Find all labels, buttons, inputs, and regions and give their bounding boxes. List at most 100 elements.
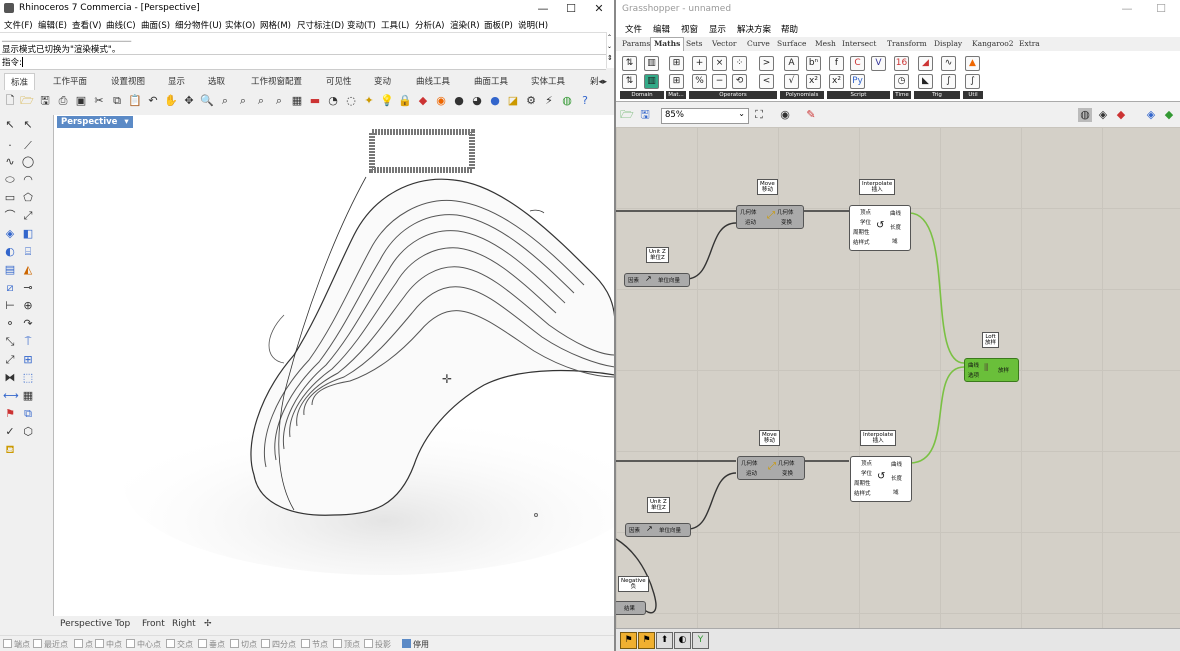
tab-viewport-layout[interactable]: 工作视窗配置 (251, 75, 302, 87)
polyline-icon[interactable]: ⟋ (21, 139, 35, 153)
osnap-perp[interactable]: 垂点 (198, 639, 225, 650)
port-loft-out[interactable]: 放样 (998, 366, 1009, 374)
maximize-button[interactable]: ☐ (556, 1, 586, 16)
gate-icon[interactable]: ⟲ (732, 74, 747, 89)
offset-icon[interactable]: ⤢ (21, 209, 35, 223)
util-icon[interactable]: ▲ (965, 56, 980, 71)
menu-help[interactable]: 说明(H) (518, 19, 548, 31)
move-icon[interactable]: ⤡ (3, 335, 17, 349)
matrix-icon[interactable]: ⊞ (669, 56, 684, 71)
rectangle-icon[interactable]: ▭ (3, 191, 17, 205)
triangle-icon[interactable]: ◢ (918, 56, 933, 71)
unit-z-component-2[interactable]: 因素 ↗ 单位向量 (625, 523, 691, 537)
gh-options-icon[interactable]: ◆ (1162, 108, 1176, 122)
port-curve-out[interactable]: 曲线 (890, 209, 901, 217)
port-curves[interactable]: 曲线 (968, 361, 979, 369)
zoom-extents-icon[interactable]: ⌕ (236, 94, 250, 108)
port-domain-out[interactable]: 域 (893, 488, 899, 496)
port-domain-out[interactable]: 域 (892, 237, 898, 245)
python-icon[interactable]: Py (850, 74, 865, 89)
cut-icon[interactable]: ✂ (92, 94, 106, 108)
port-geometry-out[interactable]: 几何体 (777, 208, 794, 216)
tabs-overflow-icon[interactable]: 剁◂▸ (590, 75, 607, 87)
select-icon[interactable]: ◔ (326, 94, 340, 108)
join-icon[interactable]: ⊕ (21, 299, 35, 313)
viewport-tab-top[interactable]: Top (115, 619, 130, 629)
port-knot-style[interactable]: 结样式 (853, 238, 870, 246)
properties-icon[interactable]: ▣ (74, 94, 88, 108)
tab-standard[interactable]: 标准 (4, 73, 36, 90)
array-icon[interactable]: ⊞ (21, 353, 35, 367)
menu-subd[interactable]: 细分物件(U) (175, 19, 222, 31)
menu-edit[interactable]: 编辑(E) (38, 19, 67, 31)
date-icon[interactable]: 16 (894, 56, 909, 71)
preview-mode-icon[interactable]: ◍ (1078, 108, 1092, 122)
port-vertices[interactable]: 顶点 (860, 208, 871, 216)
tab-select[interactable]: 选取 (208, 75, 225, 87)
box-icon[interactable]: ◧ (21, 227, 35, 241)
color-wheel-icon[interactable]: ◉ (434, 94, 448, 108)
fillet-curve-icon[interactable]: ⌒ (3, 209, 17, 223)
gh-bottom-icon-1[interactable]: ⚑ (620, 632, 637, 649)
boolean-icon[interactable]: ⧄ (3, 281, 17, 295)
material-sphere-icon[interactable]: ● (488, 94, 502, 108)
subtraction-icon[interactable]: − (712, 74, 727, 89)
port-length-out[interactable]: 长度 (891, 474, 902, 482)
layer-icon[interactable]: ◆ (416, 94, 430, 108)
analyze-mesh-icon[interactable]: ⬡ (21, 425, 35, 439)
point-icon[interactable]: · (3, 139, 17, 153)
matrix-display-icon[interactable]: ⊞ (669, 74, 684, 89)
gh-tab-sets[interactable]: Sets (686, 39, 702, 48)
command-line[interactable]: 指令: (0, 54, 606, 70)
split-icon[interactable]: ⊢ (3, 299, 17, 313)
menu-panels[interactable]: 面板(P) (484, 19, 513, 31)
flag-icon[interactable]: ⚑ (3, 407, 17, 421)
group-polynomials[interactable]: Polynomials (780, 91, 824, 99)
port-length-out[interactable]: 长度 (890, 223, 901, 231)
viewport-tab-perspective[interactable]: Perspective (60, 619, 112, 629)
shaded-sphere-icon[interactable]: ● (452, 94, 466, 108)
pan-icon[interactable]: ✋ (164, 94, 178, 108)
gh-tab-transform[interactable]: Transform (887, 39, 927, 48)
new-file-icon[interactable]: 🗋 (3, 94, 17, 108)
render-icon[interactable]: ◪ (506, 94, 520, 108)
paste-icon[interactable]: 📋 (128, 94, 142, 108)
polynomial-b-icon[interactable]: √ (784, 74, 799, 89)
larger-than-icon[interactable]: > (759, 56, 774, 71)
group-domain[interactable]: Domain (620, 91, 664, 99)
open-file-icon[interactable]: 🗁 (20, 94, 34, 108)
scale-icon[interactable]: ⤢ (3, 353, 17, 367)
mesh-icon[interactable]: ▤ (3, 263, 17, 277)
zoom-window-icon[interactable]: ⌕ (218, 94, 232, 108)
port-geometry-out[interactable]: 几何体 (778, 459, 795, 467)
multiplication-icon[interactable]: × (712, 56, 727, 71)
osnap-knot[interactable]: 节点 (301, 639, 328, 650)
surface-icon[interactable]: ◈ (3, 227, 17, 241)
square-icon[interactable]: x² (806, 74, 821, 89)
gh-tab-surface[interactable]: Surface (777, 39, 806, 48)
gh-menu-view[interactable]: 视窗 (681, 23, 698, 35)
curve-icon[interactable]: ∿ (3, 155, 17, 169)
gh-tab-curve[interactable]: Curve (747, 39, 770, 48)
gh-menu-solution[interactable]: 解决方案 (737, 23, 771, 35)
construct-domain-icon[interactable]: ⇅ (622, 74, 637, 89)
zoom-selected-icon[interactable]: ⌕ (254, 94, 268, 108)
osnap-point[interactable]: 点 (74, 639, 93, 650)
explode-icon[interactable]: ⚬ (3, 317, 17, 331)
print-icon[interactable]: ⎙ (56, 94, 70, 108)
render-sphere-icon[interactable]: ◕ (470, 94, 484, 108)
osnap-end[interactable]: 端点 (3, 639, 30, 650)
remap-icon[interactable]: ▥ (644, 74, 659, 89)
port-transform-out[interactable]: 变换 (782, 469, 793, 477)
select-objects-icon[interactable]: ◌ (344, 94, 358, 108)
smooth-icon[interactable]: ∫ (965, 74, 980, 89)
tab-set-view[interactable]: 设置视图 (111, 75, 145, 87)
command-scrollbar[interactable]: ⌃ ⌄ ⇕ (606, 32, 614, 68)
help-icon[interactable]: ? (578, 94, 592, 108)
addition-icon[interactable]: + (692, 56, 707, 71)
options-icon[interactable]: ⚙ (524, 94, 538, 108)
vb-script-icon[interactable]: V (871, 56, 886, 71)
gh-bottom-icon-2[interactable]: ⚑ (638, 632, 655, 649)
four-views-icon[interactable]: ▦ (290, 94, 304, 108)
osnap-mid[interactable]: 中点 (95, 639, 122, 650)
